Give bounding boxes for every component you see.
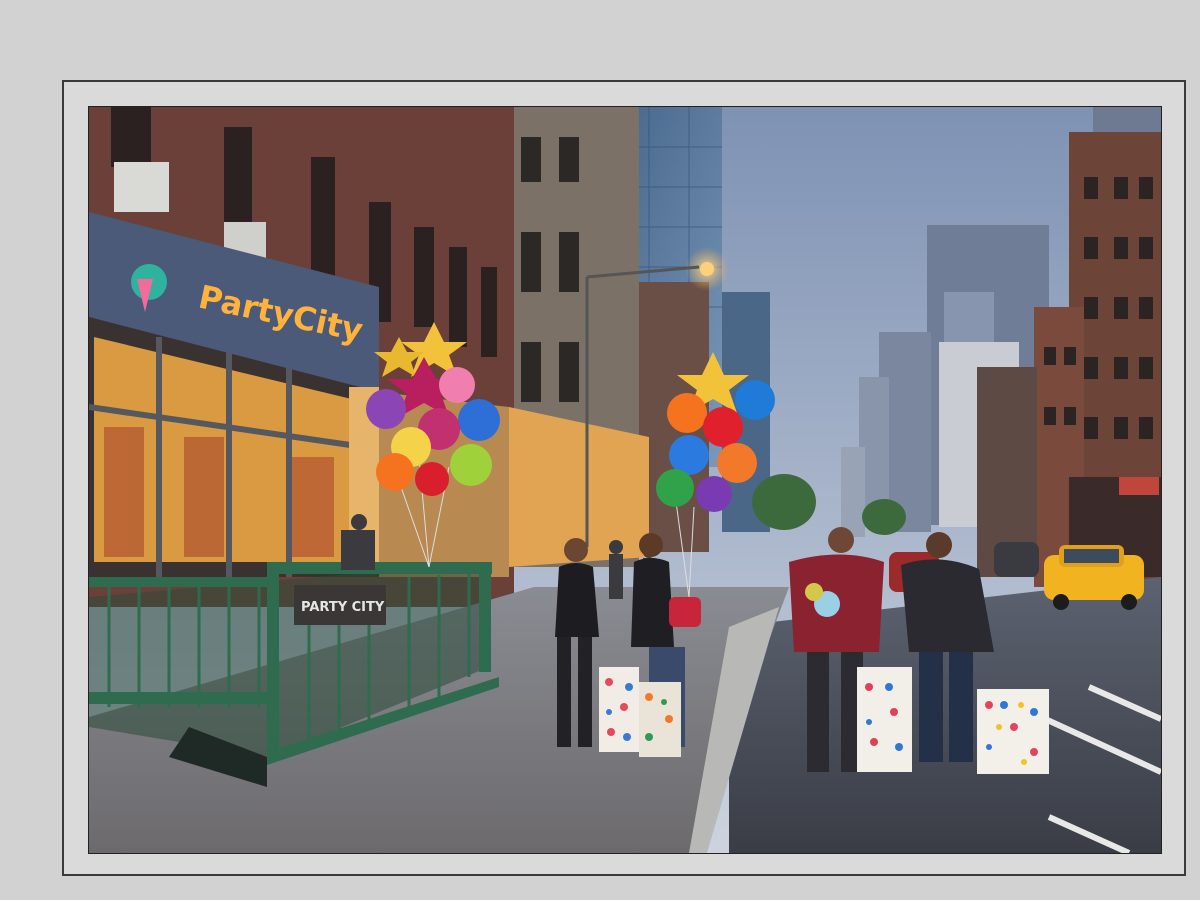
balloon xyxy=(366,389,406,429)
balloon xyxy=(656,469,694,507)
balloon xyxy=(805,583,823,601)
balloon xyxy=(450,444,492,486)
red-purse xyxy=(669,597,701,627)
balloon xyxy=(667,393,707,433)
balloon xyxy=(376,453,414,491)
subway-sign: PARTY CITY xyxy=(301,600,385,615)
balloon xyxy=(415,462,449,496)
balloon xyxy=(696,476,732,512)
air-conditioner xyxy=(114,162,169,212)
tree xyxy=(862,499,906,535)
shopping-bag xyxy=(599,667,639,752)
balloon xyxy=(458,399,500,441)
balloon xyxy=(703,407,743,447)
street-photo: PartyCity PARTY CITY xyxy=(88,106,1162,854)
car xyxy=(994,542,1039,577)
balloon xyxy=(439,367,475,403)
tree xyxy=(752,474,816,530)
balloon xyxy=(735,380,775,420)
balloon xyxy=(717,443,757,483)
shopping-bag xyxy=(857,667,912,772)
shopping-bag xyxy=(639,682,681,757)
